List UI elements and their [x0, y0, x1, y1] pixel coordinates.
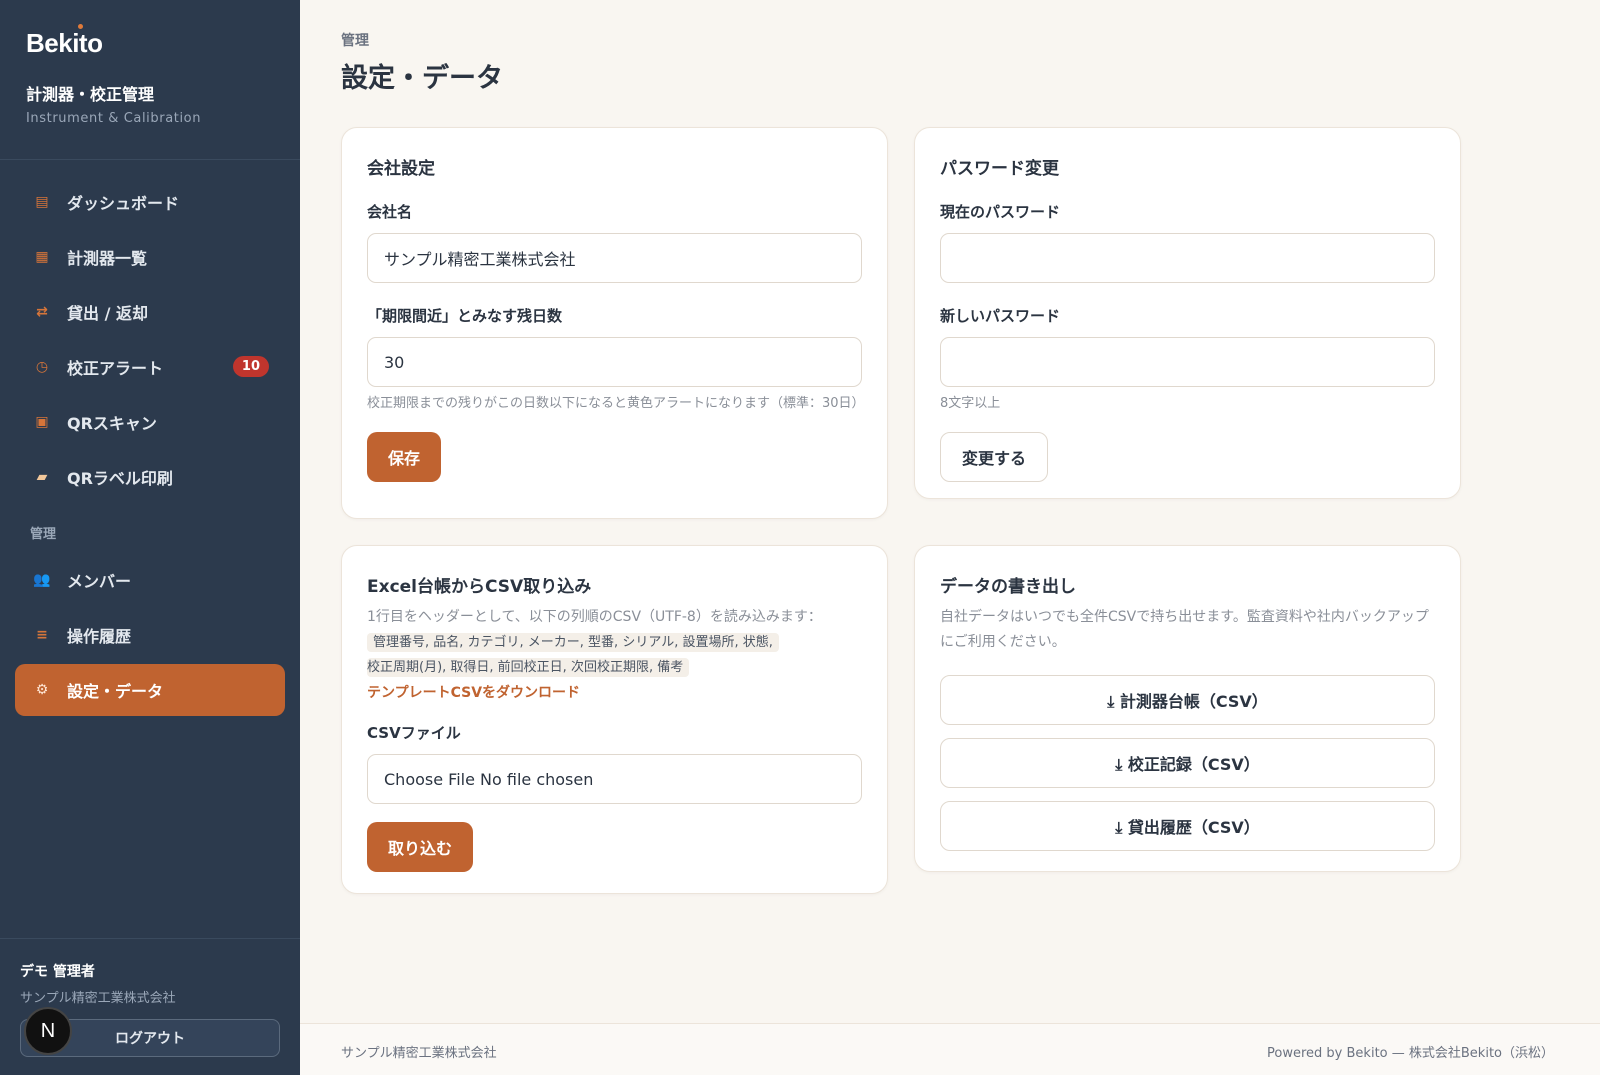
nav-item-lending[interactable]: ⇄ 貸出 / 返却 [15, 286, 285, 338]
company-settings-card: 会社設定 会社名 サンプル精密工業株式会社 「期限間近」とみなす残日数 30 校… [341, 127, 888, 519]
nav-label: 設定・データ [67, 682, 164, 701]
avatar[interactable]: N [24, 1007, 72, 1055]
nav-label: ダッシュボード [67, 194, 180, 213]
clock-icon: ◷ [35, 359, 49, 375]
change-password-button[interactable]: 変更する [940, 432, 1049, 482]
brand-block: Bekito 計測器・校正管理 Instrument & Calibration [0, 0, 300, 160]
nav-item-qr-label[interactable]: ▰ QRラベル印刷 [15, 451, 285, 503]
nav-label: メンバー [67, 572, 132, 591]
logo[interactable]: Bekito [26, 24, 103, 59]
nav-label: QRスキャン [67, 414, 157, 433]
footer-credit: Powered by Bekito — 株式会社Bekito（浜松） [1267, 1046, 1554, 1061]
list-icon: ▦ [35, 249, 49, 265]
nav-label: 計測器一覧 [67, 249, 148, 268]
days-threshold-input[interactable]: 30 [367, 337, 862, 387]
card-title: Excel台帳からCSV取り込み [367, 577, 592, 597]
nav-label: 貸出 / 返却 [67, 304, 148, 323]
nav-item-qr-scan[interactable]: ▣ QRスキャン [15, 396, 285, 448]
company-name-label: 会社名 [367, 203, 413, 221]
card-title: パスワード変更 [940, 159, 1059, 179]
csv-file-label: CSVファイル [367, 724, 461, 742]
footer: サンプル精密工業株式会社 Powered by Bekito — 株式会社Bek… [300, 1023, 1600, 1075]
label-icon: ▰ [36, 469, 48, 485]
main-nav: ▤ ダッシュボード ▦ 計測器一覧 ⇄ 貸出 / 返却 ◷ 校正アラート 10 … [0, 160, 300, 716]
scan-icon: ▣ [35, 414, 49, 430]
user-name: デモ 管理者 [20, 964, 95, 980]
company-name-input[interactable]: サンプル精密工業株式会社 [367, 233, 862, 283]
new-password-label: 新しいパスワード [940, 307, 1061, 325]
export-description: 自社データはいつでも全件CSVで持ち出せます。監査資料や社内バックアップにご利用… [940, 609, 1429, 650]
members-icon: 👥 [33, 572, 51, 588]
gear-icon: ⚙ [35, 682, 49, 698]
days-threshold-label: 「期限間近」とみなす残日数 [367, 307, 563, 325]
import-description: 1行目をヘッダーとして、以下の列順のCSV（UTF-8）を読み込みます： [367, 609, 822, 625]
nav-section-admin: 管理 [30, 527, 57, 542]
nav-label: 操作履歴 [67, 627, 132, 646]
export-lending-button[interactable]: ⤓ 貸出履歴（CSV） [940, 801, 1435, 851]
swap-icon: ⇄ [36, 304, 48, 320]
nav-item-dashboard[interactable]: ▤ ダッシュボード [15, 176, 285, 228]
template-download-link[interactable]: テンプレートCSVをダウンロード [367, 682, 580, 702]
page-title: 設定・データ [341, 63, 503, 94]
current-password-input[interactable] [940, 233, 1435, 283]
user-company: サンプル精密工業株式会社 [20, 991, 176, 1006]
alert-count-badge: 10 [232, 356, 269, 377]
nav-item-history[interactable]: ≡ 操作履歴 [15, 609, 285, 661]
breadcrumb: 管理 [341, 33, 369, 49]
export-card: データの書き出し 自社データはいつでも全件CSVで持ち出せます。監査資料や社内バ… [914, 545, 1461, 872]
current-password-label: 現在のパスワード [940, 203, 1061, 221]
user-box: デモ 管理者 サンプル精密工業株式会社 ログアウト N [0, 938, 300, 1075]
csv-import-card: Excel台帳からCSV取り込み 1行目をヘッダーとして、以下の列順のCSV（U… [341, 545, 888, 894]
nav-item-alerts[interactable]: ◷ 校正アラート 10 [15, 341, 285, 393]
export-calibration-button[interactable]: ⤓ 校正記録（CSV） [940, 738, 1435, 788]
import-button[interactable]: 取り込む [367, 822, 474, 872]
card-title: データの書き出し [940, 577, 1076, 597]
days-threshold-hint: 校正期限までの残りがこの日数以下になると黄色アラートになります（標準：30日） [367, 396, 865, 411]
footer-company: サンプル精密工業株式会社 [341, 1046, 497, 1061]
csv-file-input[interactable]: Choose File No file chosen [367, 754, 862, 804]
main-content: 管理 設定・データ 会社設定 会社名 サンプル精密工業株式会社 「期限間近」とみ… [300, 0, 1600, 1075]
dashboard-icon: ▤ [35, 194, 49, 210]
nav-item-settings[interactable]: ⚙ 設定・データ [15, 664, 285, 716]
logo-dot [78, 24, 83, 29]
card-title: 会社設定 [367, 159, 435, 179]
app-subtitle: Instrument & Calibration [26, 111, 202, 126]
password-card: パスワード変更 現在のパスワード 新しいパスワード 8文字以上 変更する [914, 127, 1461, 499]
nav-item-members[interactable]: 👥 メンバー [15, 554, 285, 606]
new-password-input[interactable] [940, 337, 1435, 387]
nav-label: QRラベル印刷 [67, 469, 173, 488]
column-list-line1: 管理番号, 品名, カテゴリ, メーカー, 型番, シリアル, 設置場所, 状態… [367, 633, 779, 652]
save-button[interactable]: 保存 [367, 432, 442, 482]
export-instruments-button[interactable]: ⤓ 計測器台帳（CSV） [940, 675, 1435, 725]
nav-label: 校正アラート [67, 359, 164, 378]
sidebar: Bekito 計測器・校正管理 Instrument & Calibration… [0, 0, 300, 1075]
new-password-hint: 8文字以上 [940, 396, 1001, 411]
nav-item-instruments[interactable]: ▦ 計測器一覧 [15, 231, 285, 283]
app-title: 計測器・校正管理 [26, 85, 155, 104]
history-icon: ≡ [36, 627, 48, 643]
column-list-line2: 校正周期(月), 取得日, 前回校正日, 次回校正期限, 備考 [367, 658, 690, 677]
